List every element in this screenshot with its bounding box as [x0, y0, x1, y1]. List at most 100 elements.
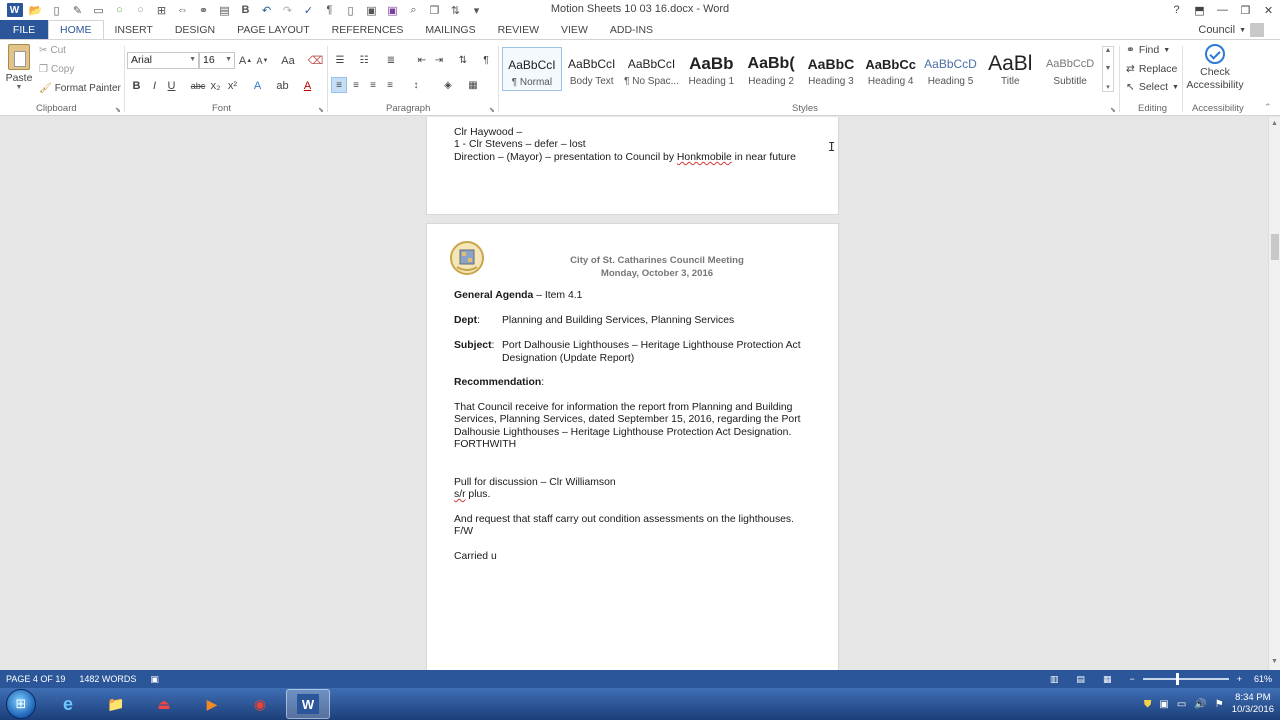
style-heading-1[interactable]: AaBb Heading 1: [681, 47, 741, 91]
copy-button[interactable]: ❐ Copy: [39, 64, 74, 75]
align-center-icon[interactable]: ≡: [348, 77, 364, 93]
read-mode-icon[interactable]: ▥: [1050, 674, 1059, 685]
increase-indent-icon[interactable]: ⇥: [431, 52, 447, 68]
zoom-slider[interactable]: [1142, 673, 1229, 685]
close-icon[interactable]: ✕: [1257, 0, 1280, 20]
misspelled-word[interactable]: s/r: [454, 489, 466, 500]
styles-scroll[interactable]: ▲ ▼ ▾: [1102, 46, 1114, 92]
chevron-down-icon[interactable]: ▼: [1105, 65, 1112, 72]
circle-green-icon[interactable]: ○: [109, 1, 130, 19]
open-folder-icon[interactable]: 📂: [25, 1, 46, 19]
ribbon-display-options-icon[interactable]: ⬒: [1188, 0, 1211, 20]
restore-icon[interactable]: ❐: [1234, 0, 1257, 20]
chevron-up-icon[interactable]: ▲: [1105, 47, 1112, 54]
circle-gray-icon[interactable]: ○: [130, 1, 151, 19]
strikethrough-button[interactable]: abc: [188, 77, 208, 94]
customize-qat-icon[interactable]: ▾: [466, 1, 487, 19]
line-spacing-icon[interactable]: ↕: [408, 77, 424, 93]
collapse-ribbon-icon[interactable]: ⌃: [1264, 102, 1272, 113]
redo-icon[interactable]: ↷: [277, 1, 298, 19]
word-app-icon[interactable]: W: [4, 1, 25, 19]
superscript-button[interactable]: x²: [224, 77, 241, 94]
media-player-icon[interactable]: ▶: [190, 689, 234, 719]
tab-add-ins[interactable]: ADD-INS: [599, 20, 664, 39]
tab-page-layout[interactable]: PAGE LAYOUT: [226, 20, 321, 39]
style-heading-4[interactable]: AaBbCc Heading 4: [861, 47, 921, 91]
save-icon[interactable]: ▣: [382, 1, 403, 19]
style-normal[interactable]: AaBbCcI ¶ Normal: [502, 47, 562, 91]
web-layout-icon[interactable]: ▦: [1103, 674, 1112, 685]
page-count[interactable]: PAGE 4 OF 19: [6, 674, 65, 684]
change-case-button[interactable]: Aa: [277, 52, 299, 69]
network-icon[interactable]: ▣: [1159, 699, 1168, 710]
copy-document-icon[interactable]: ❐: [424, 1, 445, 19]
account-menu[interactable]: Council ▼: [1198, 23, 1264, 37]
cut-button[interactable]: ✂ Cut: [39, 45, 66, 56]
word-taskbar-icon[interactable]: W: [286, 689, 330, 719]
zoom-out-icon[interactable]: −: [1129, 674, 1134, 684]
font-color-icon[interactable]: A: [299, 77, 316, 94]
subscript-button[interactable]: x₂: [207, 77, 224, 94]
check-accessibility-button[interactable]: Check Accessibility: [1186, 44, 1244, 92]
document-page[interactable]: City of St. Catharines Council Meeting M…: [426, 223, 839, 670]
tab-design[interactable]: DESIGN: [164, 20, 226, 39]
clipboard-launcher-icon[interactable]: ⬊: [115, 106, 121, 114]
bold-qat-icon[interactable]: B: [235, 1, 256, 19]
font-name-select[interactable]: Arial ▼: [127, 52, 199, 69]
font-size-select[interactable]: 16 ▼: [199, 52, 235, 69]
style-body-text[interactable]: AaBbCcI Body Text: [562, 47, 622, 91]
decrease-indent-icon[interactable]: ⇤: [414, 52, 430, 68]
tab-file[interactable]: FILE: [0, 20, 48, 39]
new-document-icon[interactable]: ▯: [46, 1, 67, 19]
bold-button[interactable]: B: [128, 77, 145, 94]
paragraph-launcher-icon[interactable]: ⬊: [489, 106, 495, 114]
grow-font-button[interactable]: A ▲: [237, 52, 254, 69]
tab-view[interactable]: VIEW: [550, 20, 599, 39]
binoculars-icon[interactable]: ⚭: [193, 1, 214, 19]
internet-explorer-icon[interactable]: e: [46, 689, 90, 719]
underline-button[interactable]: U: [163, 77, 180, 94]
styles-launcher-icon[interactable]: ⬊: [1110, 106, 1116, 114]
sort-icon[interactable]: ⇅: [445, 1, 466, 19]
chrome-icon[interactable]: ◉: [238, 689, 282, 719]
page-icon[interactable]: ▯: [340, 1, 361, 19]
vertical-scrollbar[interactable]: ▲ ▼: [1268, 117, 1280, 670]
volume-icon[interactable]: 🔊: [1194, 699, 1206, 710]
presentation-app-icon[interactable]: ⏏: [142, 689, 186, 719]
style-heading-2[interactable]: AaBb( Heading 2: [741, 47, 801, 91]
more-styles-icon[interactable]: ▾: [1106, 83, 1110, 91]
style-subtitle[interactable]: AaBbCcD Subtitle: [1040, 47, 1100, 91]
align-right-icon[interactable]: ≡: [365, 77, 381, 93]
replace-button[interactable]: ⇄ Replace: [1126, 63, 1177, 75]
tab-mailings[interactable]: MAILINGS: [414, 20, 486, 39]
tab-review[interactable]: REVIEW: [487, 20, 550, 39]
clear-formatting-icon[interactable]: ⌫: [307, 52, 324, 69]
minimize-icon[interactable]: —: [1211, 0, 1234, 20]
tab-home[interactable]: HOME: [48, 20, 104, 39]
italic-button[interactable]: I: [146, 77, 163, 94]
action-center-flag-icon[interactable]: ⚑: [1215, 699, 1224, 710]
monitor-icon[interactable]: ▭: [1177, 699, 1186, 710]
spelling-check-icon[interactable]: ✓: [298, 1, 319, 19]
shrink-font-button[interactable]: A ▼: [254, 52, 271, 69]
font-launcher-icon[interactable]: ⬊: [318, 106, 324, 114]
show-formatting-icon[interactable]: ¶: [478, 52, 494, 68]
width-icon[interactable]: ⇔: [172, 1, 193, 19]
document-icon[interactable]: ▭: [88, 1, 109, 19]
text-effects-icon[interactable]: A: [249, 77, 266, 94]
word-count[interactable]: 1482 WORDS: [79, 674, 136, 684]
style-title[interactable]: AaBl Title: [980, 47, 1040, 91]
table-icon[interactable]: ⊞: [151, 1, 172, 19]
style-no-spacing[interactable]: AaBbCcI ¶ No Spac...: [622, 47, 682, 91]
pilcrow-icon[interactable]: ¶: [319, 1, 340, 19]
notification-icon[interactable]: ⛊: [1144, 699, 1152, 710]
scrollbar-thumb[interactable]: [1271, 234, 1279, 260]
help-button[interactable]: ?: [1165, 0, 1188, 20]
ink-tools-icon[interactable]: ✎: [67, 1, 88, 19]
save-as-icon[interactable]: ▣: [361, 1, 382, 19]
proofing-icon[interactable]: ▣: [150, 674, 159, 685]
zoom-in-icon[interactable]: +: [1237, 674, 1242, 684]
select-button[interactable]: ↖ Select ▼: [1126, 81, 1179, 93]
align-left-icon[interactable]: ≡: [331, 77, 347, 93]
scroll-down-icon[interactable]: ▼: [1271, 658, 1278, 665]
